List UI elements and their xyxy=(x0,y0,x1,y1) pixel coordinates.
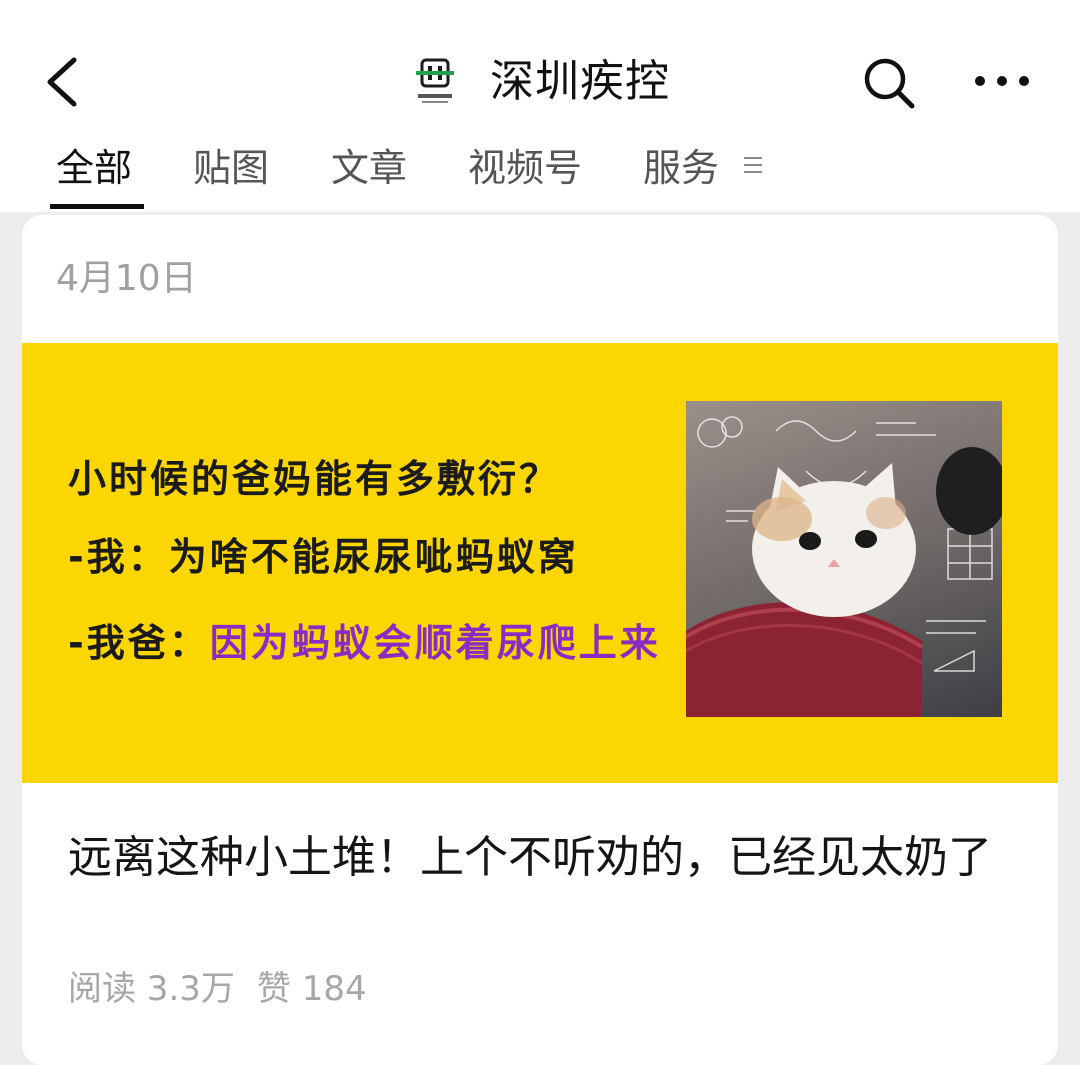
thinking-cat-image xyxy=(686,401,1002,717)
tab-bar: 全部 贴图 文章 视频号 服务 xyxy=(0,138,1080,212)
top-bar: 深圳疾控 全部 贴图 文章 视频号 服务 xyxy=(0,0,1080,212)
article-cover-image[interactable]: 小时候的爸妈能有多敷衍？ -我：为啥不能尿尿呲蚂蚁窝 -我爸：因为蚂蚁会顺着尿爬… xyxy=(22,343,1058,783)
tab-stickers[interactable]: 贴图 xyxy=(193,142,269,194)
tab-services[interactable]: 服务 xyxy=(643,142,719,194)
menu-lines-icon[interactable] xyxy=(742,152,764,178)
search-icon[interactable] xyxy=(862,56,918,112)
article-title[interactable]: 远离这种小土堆！上个不听劝的，已经见太奶了 xyxy=(68,827,1018,889)
tab-articles[interactable]: 文章 xyxy=(331,142,407,194)
cover-text-highlight: 因为蚂蚁会顺着尿爬上来 xyxy=(209,621,661,665)
tab-all[interactable]: 全部 xyxy=(56,142,132,194)
cover-text-line-2: -我：为啥不能尿尿呲蚂蚁窝 xyxy=(68,535,579,579)
cover-text-line-1: 小时候的爸妈能有多敷衍？ xyxy=(68,457,561,501)
cover-text-line-3: -我爸：因为蚂蚁会顺着尿爬上来 xyxy=(68,619,661,667)
post-date: 4月10日 xyxy=(56,258,197,299)
more-dots-icon[interactable] xyxy=(972,66,1032,96)
cover-text-line-3-prefix: -我爸： xyxy=(68,621,210,665)
account-logo xyxy=(414,56,456,108)
tab-video-channel[interactable]: 视频号 xyxy=(468,142,582,194)
article-card[interactable]: 4月10日 小时候的爸妈能有多敷衍？ -我：为啥不能尿尿呲蚂蚁窝 -我爸：因为蚂… xyxy=(22,215,1058,1065)
page-title: 深圳疾控 xyxy=(490,56,670,107)
chevron-left-icon[interactable] xyxy=(40,52,90,112)
article-stats: 阅读 3.3万赞 184 xyxy=(68,967,389,1011)
like-count: 赞 184 xyxy=(256,969,367,1009)
read-count: 阅读 3.3万 xyxy=(68,969,235,1009)
active-tab-indicator xyxy=(50,204,144,209)
